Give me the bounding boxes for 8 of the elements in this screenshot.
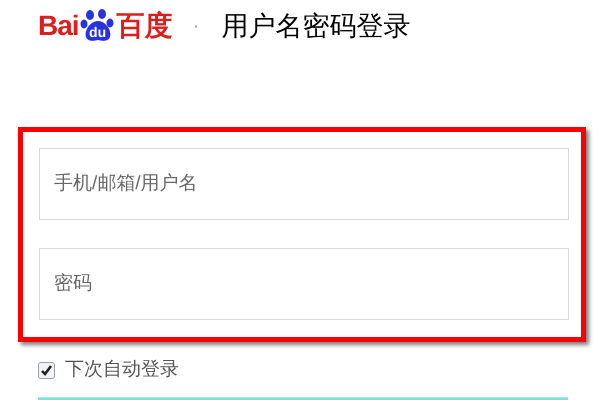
page-title: 用户名密码登录: [221, 10, 410, 43]
input-field[interactable]: 密码: [39, 248, 569, 320]
logo-text: 百度: [116, 12, 173, 40]
checkbox[interactable]: [38, 362, 55, 379]
checkbox-label: 下次自动登录: [65, 358, 179, 382]
input-field[interactable]: 手机/邮箱/用户名: [39, 148, 569, 220]
separator: ·: [192, 14, 200, 39]
logo-text: Bai: [38, 12, 79, 40]
